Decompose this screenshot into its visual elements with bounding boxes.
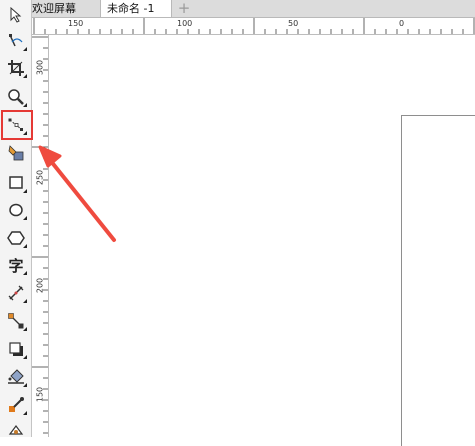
annotation-arrow	[38, 145, 116, 242]
